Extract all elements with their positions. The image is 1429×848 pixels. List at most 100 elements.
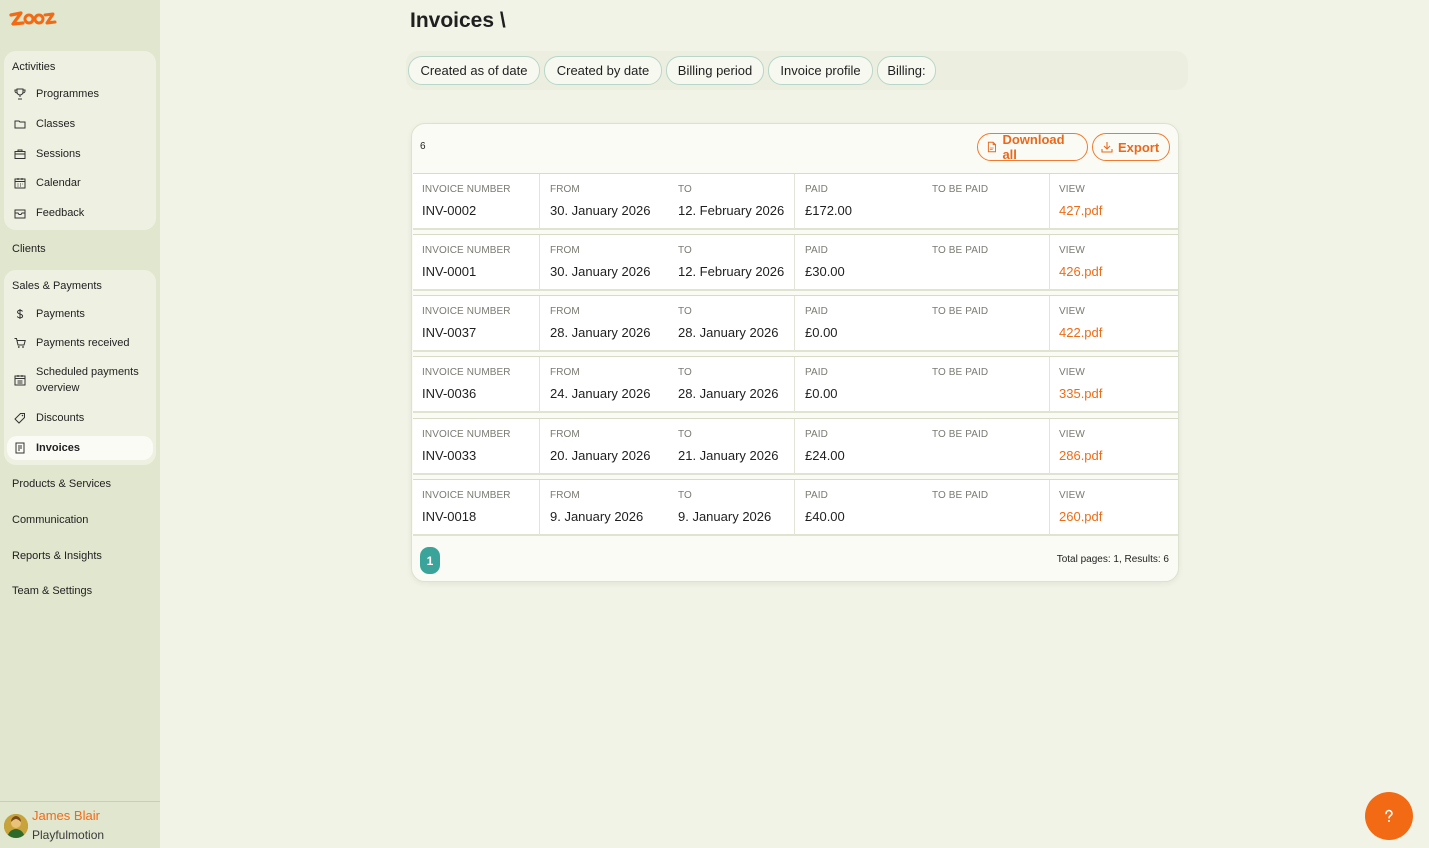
help-button[interactable]	[1365, 792, 1413, 840]
sidebar-item-calendar[interactable]: Calendar	[7, 174, 153, 192]
sidebar-item-label: Payments	[36, 308, 85, 320]
filter-invoice-profile[interactable]: Invoice profile	[768, 56, 873, 85]
cell-to: TO 21. January 2026	[668, 419, 795, 474]
filter-bar: Created as of date Created by date Billi…	[406, 51, 1188, 90]
cell-value: 12. February 2026	[678, 264, 785, 279]
column-label: PAID	[805, 490, 828, 501]
column-label: TO	[678, 490, 692, 501]
filter-created-by-date[interactable]: Created by date	[544, 56, 662, 85]
table-row: INVOICE NUMBER INV-0037 FROM 28. January 20…	[413, 295, 1178, 352]
column-label: TO	[678, 245, 692, 256]
cell-value: 28. January 2026	[678, 386, 779, 401]
sidebar-item-label: Sessions	[36, 148, 81, 160]
column-label: TO	[678, 184, 692, 195]
column-label: TO BE PAID	[932, 245, 989, 256]
cell-value: 30. January 2026	[550, 264, 651, 279]
export-label: Export	[1118, 139, 1160, 155]
column-label: VIEW	[1059, 429, 1085, 440]
column-label: TO	[678, 306, 692, 317]
cell-value: £0.00	[805, 386, 838, 401]
schedule-icon	[13, 373, 27, 387]
cell-value: INV-0037	[422, 325, 477, 340]
cell-number: INVOICE NUMBER INV-0018	[413, 480, 540, 535]
cell-paid: PAID £172.00	[795, 174, 923, 229]
cell-number: INVOICE NUMBER INV-0002	[413, 174, 540, 229]
sidebar-item-label: Invoices	[36, 442, 81, 454]
cell-paid: PAID £0.00	[795, 357, 923, 412]
folder-icon	[13, 117, 27, 131]
column-label: PAID	[805, 245, 828, 256]
column-label: VIEW	[1059, 184, 1085, 195]
cell-view: VIEW 422.pdf	[1050, 296, 1178, 351]
column-label: PAID	[805, 184, 828, 195]
cell-value: 21. January 2026	[678, 448, 779, 463]
column-label: INVOICE NUMBER	[422, 490, 511, 501]
cell-view: VIEW 426.pdf	[1050, 235, 1178, 290]
cell-paid: PAID £40.00	[795, 480, 923, 535]
cell-value: £24.00	[805, 448, 845, 463]
sidebar-item-programmes[interactable]: Programmes	[7, 85, 153, 103]
export-button[interactable]: Export	[1092, 133, 1170, 161]
cell-value: INV-0002	[422, 203, 477, 218]
cell-view: VIEW 427.pdf	[1050, 174, 1178, 229]
sidebar-item-clients[interactable]: Clients	[12, 243, 46, 255]
column-label: INVOICE NUMBER	[422, 429, 511, 440]
filter-created-as-of-date[interactable]: Created as of date	[408, 56, 540, 85]
column-label: FROM	[550, 245, 580, 256]
cell-to-be-paid: TO BE PAID	[923, 419, 1050, 474]
sidebar-item-scheduled-payments[interactable]: Scheduled payments overview	[7, 364, 153, 398]
sidebar-item-sessions[interactable]: Sessions	[7, 145, 153, 163]
cell-value: £30.00	[805, 264, 845, 279]
sidebar: Activities Programmes Classes Sessions C…	[0, 0, 160, 848]
cell-value: £172.00	[805, 203, 852, 218]
cell-paid: PAID £24.00	[795, 419, 923, 474]
invoice-pdf-link[interactable]: 422.pdf	[1059, 325, 1102, 340]
sidebar-item-invoices[interactable]: Invoices	[7, 436, 153, 460]
table-row: INVOICE NUMBER INV-0033 FROM 20. January 20…	[413, 418, 1178, 475]
column-label: FROM	[550, 367, 580, 378]
sidebar-item-label: Discounts	[36, 412, 85, 424]
sidebar-item-discounts[interactable]: Discounts	[7, 409, 153, 427]
sidebar-item-payments-received[interactable]: Payments received	[7, 334, 153, 352]
sidebar-item-products-services[interactable]: Products & Services	[12, 478, 111, 490]
invoice-pdf-link[interactable]: 260.pdf	[1059, 509, 1102, 524]
sidebar-item-reports-insights[interactable]: Reports & Insights	[12, 550, 102, 562]
column-label: FROM	[550, 429, 580, 440]
column-label: VIEW	[1059, 306, 1085, 317]
invoice-pdf-link[interactable]: 427.pdf	[1059, 203, 1102, 218]
invoice-pdf-link[interactable]: 335.pdf	[1059, 386, 1102, 401]
column-label: PAID	[805, 367, 828, 378]
cell-number: INVOICE NUMBER INV-0036	[413, 357, 540, 412]
sidebar-item-label: Feedback	[36, 207, 85, 219]
help-icon	[1385, 809, 1393, 822]
filter-billing[interactable]: Billing:	[877, 56, 936, 85]
sidebar-item-communication[interactable]: Communication	[12, 514, 88, 526]
invoice-pdf-link[interactable]: 426.pdf	[1059, 264, 1102, 279]
filter-billing-period[interactable]: Billing period	[666, 56, 764, 85]
sidebar-item-payments[interactable]: Payments	[7, 305, 153, 323]
cell-view: VIEW 260.pdf	[1050, 480, 1178, 535]
cell-to: TO 12. February 2026	[668, 174, 795, 229]
sales-payments-group: Sales & Payments Payments Payments recei…	[4, 270, 156, 465]
pagination-summary: Total pages: 1, Results: 6	[1056, 554, 1169, 565]
user-profile[interactable]: James Blair Playfulmotion	[0, 801, 160, 848]
download-all-button[interactable]: Download all	[977, 132, 1088, 162]
sidebar-item-classes[interactable]: Classes	[7, 115, 153, 133]
cell-paid: PAID £0.00	[795, 296, 923, 351]
table-row: INVOICE NUMBER INV-0001 FROM 30. January 20…	[413, 234, 1178, 291]
zooza-logo[interactable]	[9, 9, 59, 29]
pagination-page-1[interactable]: 1	[420, 547, 440, 574]
cell-number: INVOICE NUMBER INV-0037	[413, 296, 540, 351]
column-label: FROM	[550, 306, 580, 317]
cell-to-be-paid: TO BE PAID	[923, 480, 1050, 535]
invoice-pdf-link[interactable]: 286.pdf	[1059, 448, 1102, 463]
sales-header: Sales & Payments	[12, 280, 102, 292]
sidebar-item-team-settings[interactable]: Team & Settings	[12, 585, 92, 597]
sidebar-item-feedback[interactable]: Feedback	[7, 204, 153, 222]
cell-number: INVOICE NUMBER INV-0033	[413, 419, 540, 474]
sidebar-item-label: Calendar	[36, 177, 81, 189]
activities-group: Activities Programmes Classes Sessions C…	[4, 51, 156, 230]
cell-to: TO 12. February 2026	[668, 235, 795, 290]
inbox-icon	[13, 206, 27, 220]
avatar	[4, 814, 28, 838]
